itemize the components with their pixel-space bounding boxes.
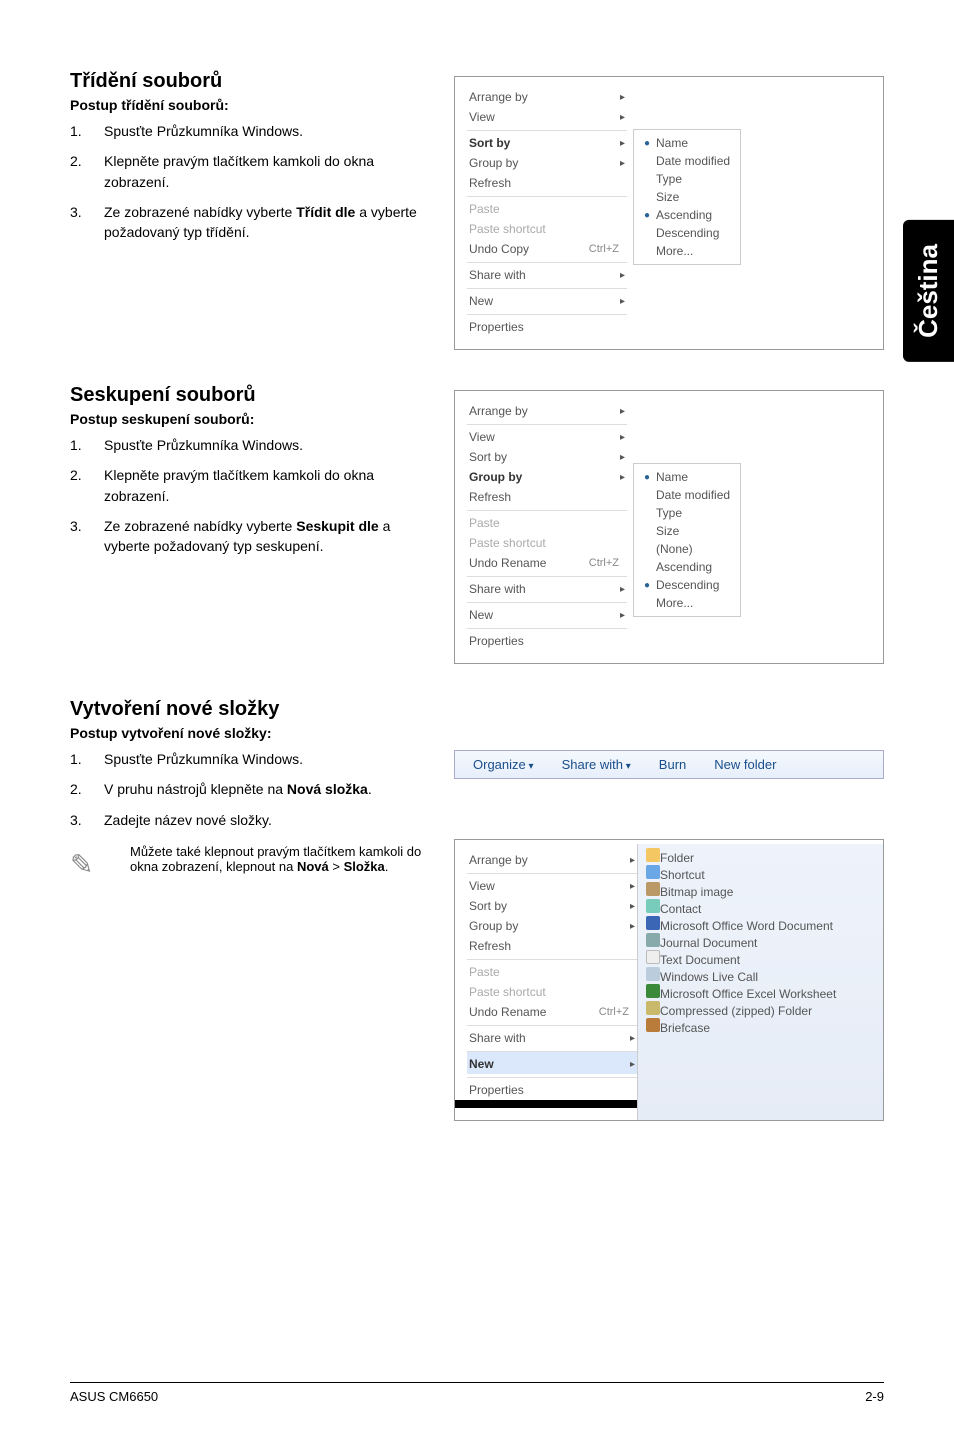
screenshot-toolbar: Organize Share with Burn New folder (454, 750, 884, 779)
note: ✎ Můžete také klepnout pravým tlačítkem … (70, 844, 430, 881)
subhead-group: Postup seskupení souborů: (70, 411, 430, 427)
step: Klepněte pravým tlačítkem kamkoli do okn… (104, 151, 430, 192)
screenshot-new-menu: Arrange by▸ View▸ Sort by▸ Group by▸ Ref… (454, 839, 884, 1121)
subhead-newfolder: Postup vytvoření nové složky: (70, 725, 430, 741)
steps-sort: 1.Spusťte Průzkumníka Windows. 2.Klepnět… (70, 121, 430, 242)
heading-newfolder: Vytvoření nové složky (70, 698, 430, 721)
step: Spusťte Průzkumníka Windows. (104, 749, 430, 769)
pen-icon: ✎ (70, 844, 110, 881)
toolbar-newfolder: New folder (714, 757, 776, 772)
toolbar-sharewith: Share with (562, 757, 631, 772)
heading-sort: Třídění souborů (70, 70, 430, 93)
step: Ze zobrazené nabídky vyberte Třídit dle … (104, 202, 430, 243)
toolbar-burn: Burn (659, 757, 686, 772)
footer-right: 2-9 (865, 1389, 884, 1404)
step: Klepněte pravým tlačítkem kamkoli do okn… (104, 465, 430, 506)
step: V pruhu nástrojů klepněte na Nová složka… (104, 779, 430, 799)
step: Spusťte Průzkumníka Windows. (104, 435, 430, 455)
step: Zadejte název nové složky. (104, 810, 430, 830)
footer: ASUS CM6650 2-9 (70, 1382, 884, 1404)
step: Ze zobrazené nabídky vyberte Seskupit dl… (104, 516, 430, 557)
heading-group: Seskupení souborů (70, 384, 430, 407)
steps-newfolder: 1.Spusťte Průzkumníka Windows. 2.V pruhu… (70, 749, 430, 830)
screenshot-sort-menu: Arrange by▸ View▸ Sort by▸ Group by▸ Ref… (454, 76, 884, 350)
subhead-sort: Postup třídění souborů: (70, 97, 430, 113)
note-text: Můžete také klepnout pravým tlačítkem ka… (130, 844, 430, 881)
toolbar-organize: Organize (473, 757, 534, 772)
steps-group: 1.Spusťte Průzkumníka Windows. 2.Klepnět… (70, 435, 430, 556)
screenshot-group-menu: Arrange by▸ View▸ Sort by▸ Group by▸ Ref… (454, 390, 884, 664)
step: Spusťte Průzkumníka Windows. (104, 121, 430, 141)
footer-left: ASUS CM6650 (70, 1389, 158, 1404)
language-tab: Čeština (903, 220, 954, 362)
